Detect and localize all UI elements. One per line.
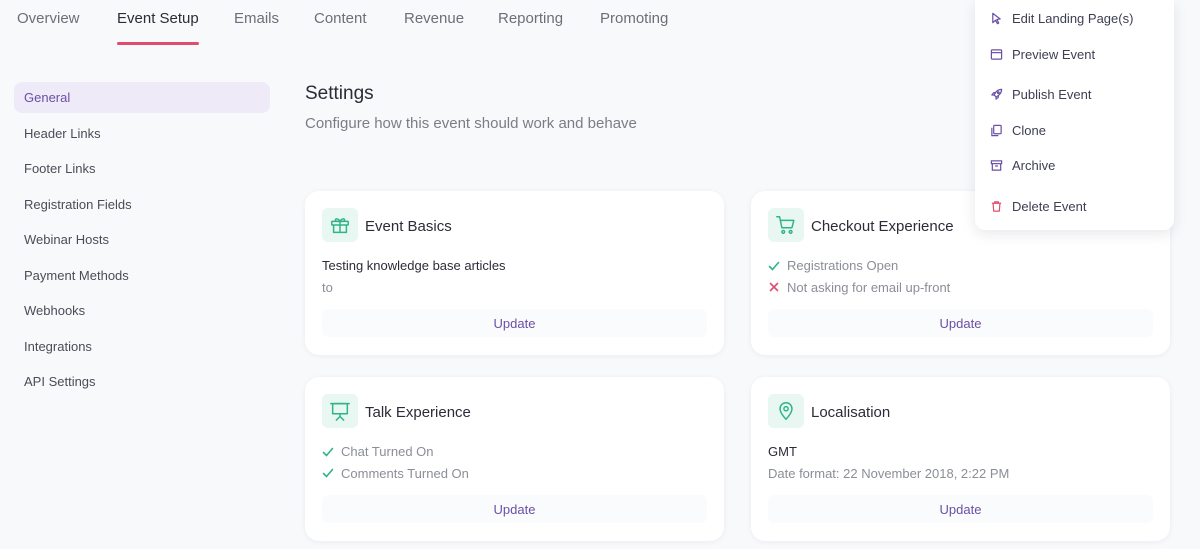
menu-item-clone[interactable]: Clone: [990, 123, 1046, 138]
tab-promoting[interactable]: Promoting: [600, 10, 668, 27]
settings-sidebar: General Header Links Footer Links Regist…: [14, 82, 270, 402]
sidebar-item-payment-methods[interactable]: Payment Methods: [14, 260, 270, 291]
sidebar-item-webinar-hosts[interactable]: Webinar Hosts: [14, 224, 270, 255]
card-event-basics: Event Basics Testing knowledge base arti…: [305, 191, 724, 355]
registrations-status: Registrations Open: [768, 255, 950, 277]
comments-status: Comments Turned On: [322, 463, 469, 485]
tab-emails[interactable]: Emails: [234, 10, 279, 27]
menu-item-publish-event[interactable]: Publish Event: [990, 87, 1092, 102]
copy-icon: [990, 124, 1012, 137]
window-icon: [990, 48, 1012, 61]
tab-content[interactable]: Content: [314, 10, 367, 27]
check-icon: [322, 467, 341, 479]
presentation-icon: [322, 394, 358, 428]
card-title: Talk Experience: [365, 404, 471, 421]
email-upfront-status: Not asking for email up-front: [768, 277, 950, 299]
card-title: Event Basics: [365, 218, 452, 235]
trash-icon: [990, 200, 1012, 213]
menu-item-delete-event[interactable]: Delete Event: [990, 199, 1086, 214]
registrations-status-text: Registrations Open: [787, 258, 899, 274]
menu-item-edit-landing-pages[interactable]: Edit Landing Page(s): [990, 11, 1133, 26]
card-talk-experience: Talk Experience Chat Turned On Comments …: [305, 377, 724, 541]
cross-icon: [768, 281, 787, 293]
sidebar-item-webhooks[interactable]: Webhooks: [14, 295, 270, 326]
update-event-basics-button[interactable]: Update: [322, 309, 707, 337]
map-pin-icon: [768, 394, 804, 428]
rocket-icon: [990, 88, 1012, 101]
tab-revenue[interactable]: Revenue: [404, 10, 464, 27]
card-localisation: Localisation GMT Date format: 22 Novembe…: [751, 377, 1170, 541]
check-icon: [768, 260, 787, 272]
chat-status-text: Chat Turned On: [341, 444, 434, 460]
card-title: Localisation: [811, 404, 891, 421]
update-checkout-button[interactable]: Update: [768, 309, 1153, 337]
menu-item-label: Archive: [1012, 158, 1056, 173]
menu-item-label: Clone: [1012, 123, 1046, 138]
card-title: Checkout Experience: [811, 218, 954, 235]
event-actions-menu: Edit Landing Page(s) Preview Event Publi…: [975, 0, 1174, 230]
sidebar-item-general[interactable]: General: [14, 82, 270, 113]
sidebar-item-footer-links[interactable]: Footer Links: [14, 153, 270, 184]
archive-icon: [990, 159, 1012, 172]
page-title: Settings: [305, 83, 374, 104]
sidebar-item-api-settings[interactable]: API Settings: [14, 366, 270, 397]
update-talk-button[interactable]: Update: [322, 495, 707, 523]
comments-status-text: Comments Turned On: [341, 465, 469, 481]
chat-status: Chat Turned On: [322, 441, 469, 463]
timezone: GMT: [768, 444, 797, 460]
email-upfront-status-text: Not asking for email up-front: [787, 279, 951, 295]
sidebar-item-integrations[interactable]: Integrations: [14, 331, 270, 362]
sidebar-item-registration-fields[interactable]: Registration Fields: [14, 189, 270, 220]
tab-reporting[interactable]: Reporting: [498, 10, 563, 27]
menu-item-preview-event[interactable]: Preview Event: [990, 47, 1095, 62]
date-format: Date format: 22 November 2018, 2:22 PM: [768, 465, 1010, 481]
menu-item-label: Delete Event: [1012, 199, 1087, 214]
update-localisation-button[interactable]: Update: [768, 495, 1153, 523]
cursor-icon: [990, 12, 1012, 25]
tab-overview[interactable]: Overview: [17, 10, 80, 27]
menu-item-archive[interactable]: Archive: [990, 158, 1055, 173]
tab-event-setup[interactable]: Event Setup: [117, 10, 199, 45]
gift-box-icon: [322, 208, 358, 242]
menu-item-label: Edit Landing Page(s): [1012, 11, 1134, 26]
sidebar-item-header-links[interactable]: Header Links: [14, 118, 270, 149]
menu-item-label: Publish Event: [1012, 87, 1092, 102]
event-name: Testing knowledge base articles: [322, 258, 506, 274]
check-icon: [322, 446, 341, 458]
page-subtitle: Configure how this event should work and…: [305, 115, 637, 132]
cart-icon: [768, 208, 804, 242]
menu-item-label: Preview Event: [1012, 47, 1096, 62]
event-dates: to: [322, 279, 333, 295]
